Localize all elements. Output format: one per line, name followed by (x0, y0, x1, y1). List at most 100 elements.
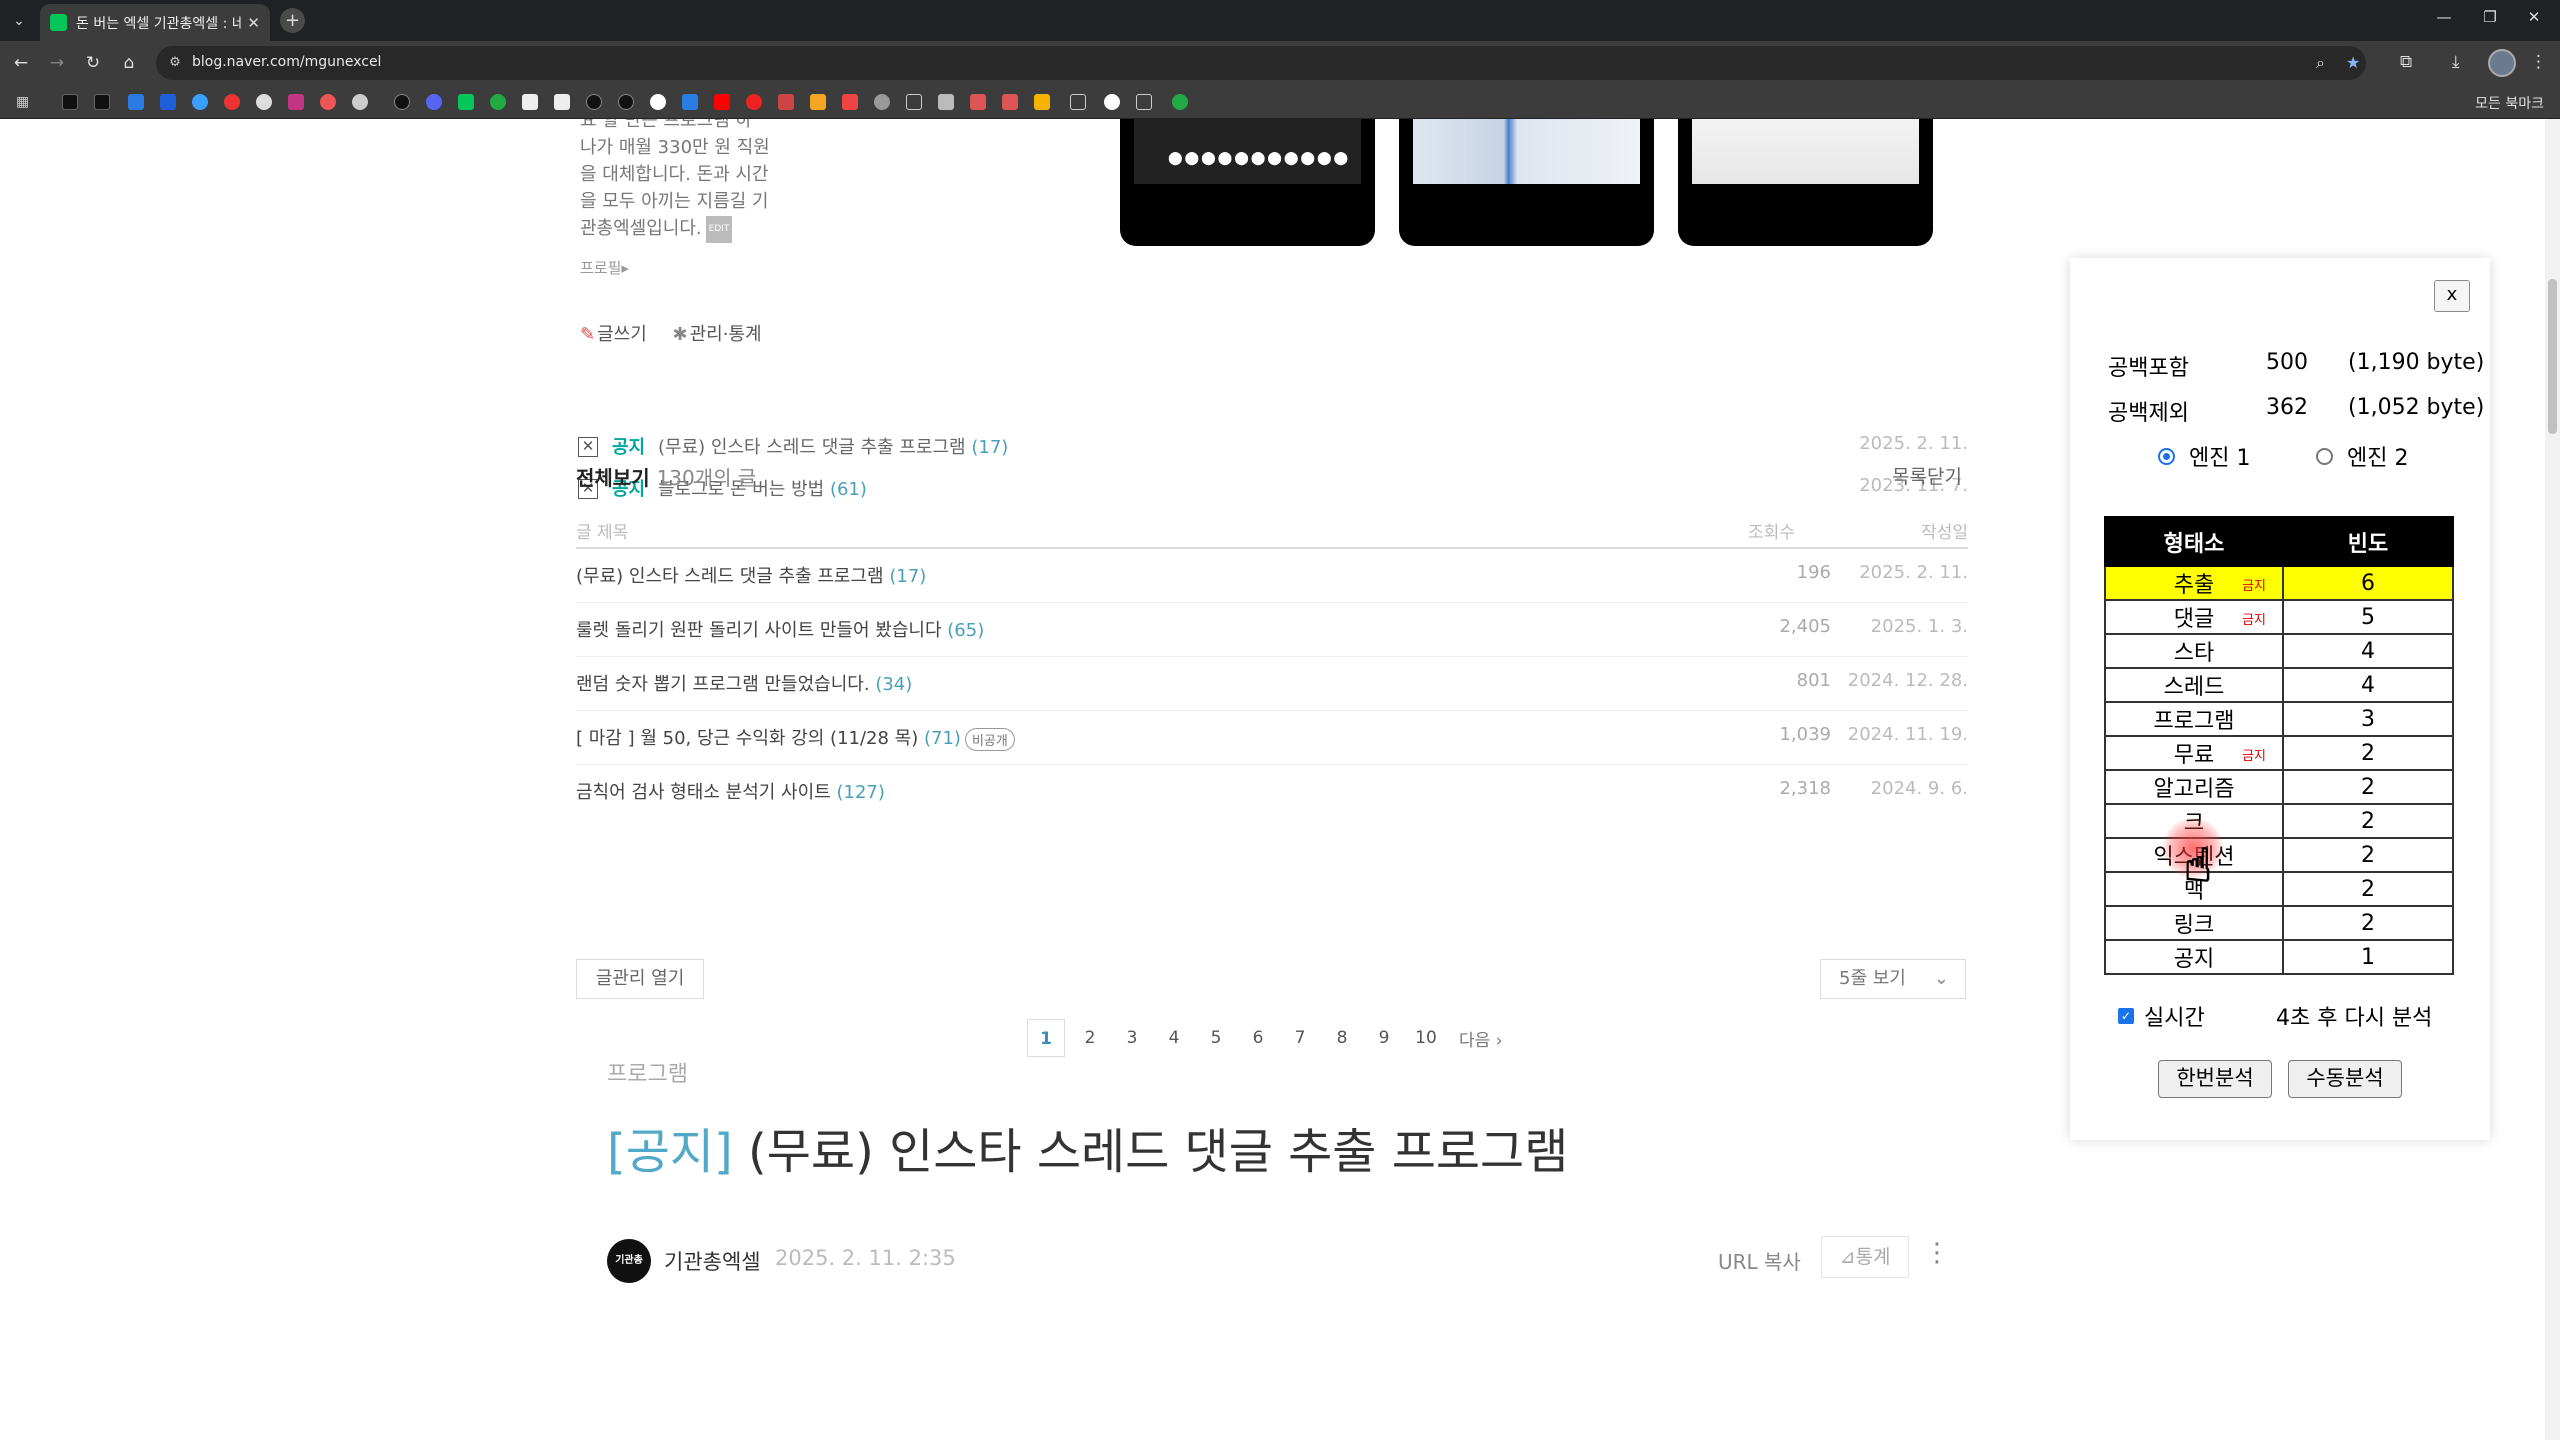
post-title[interactable]: 랜덤 숫자 뽑기 프로그램 만들었습니다. (34) (576, 670, 912, 696)
thumbnail-card[interactable] (1678, 119, 1933, 246)
bookmark-icon[interactable] (128, 94, 144, 110)
panel-close-button[interactable]: x (2434, 280, 2470, 312)
bookmark-icon[interactable] (1104, 94, 1120, 110)
bookmark-icon[interactable] (458, 94, 474, 110)
profile-avatar[interactable] (2488, 49, 2516, 77)
bookmark-icon[interactable] (874, 94, 890, 110)
bookmark-icon[interactable] (94, 94, 110, 110)
post-title[interactable]: 룰렛 돌리기 원판 돌리기 사이트 만들어 봤습니다 (65) (576, 616, 984, 642)
next-page-link[interactable]: 다음 › (1459, 1026, 1503, 1051)
analyze-once-button[interactable]: 한번분석 (2158, 1060, 2272, 1098)
author-name[interactable]: 기관총엑셀 (664, 1246, 761, 1276)
radio-unselected-icon[interactable] (2316, 447, 2333, 465)
page-2[interactable]: 2 (1069, 1019, 1111, 1057)
page-3[interactable]: 3 (1111, 1019, 1153, 1057)
bookmark-icon[interactable] (938, 94, 954, 110)
table-row[interactable]: 크2 (2104, 803, 2454, 839)
folder-icon[interactable] (1070, 94, 1086, 110)
bookmark-icon[interactable] (394, 94, 410, 110)
checkmark-icon[interactable]: ✓ (2118, 1008, 2134, 1024)
bookmark-icon[interactable] (650, 94, 666, 110)
table-row[interactable]: 추출 금지 6 (2104, 565, 2454, 601)
bookmark-star-icon[interactable]: ★ (2346, 53, 2360, 72)
rows-per-page-select[interactable]: 5줄 보기 ⌄ (1820, 959, 1966, 999)
manage-link[interactable]: ✱ 관리·통계 (673, 324, 772, 345)
bookmark-icon[interactable] (288, 94, 304, 110)
zoom-icon[interactable]: ⌕ (2316, 53, 2325, 73)
bookmark-icon[interactable] (352, 94, 368, 110)
bookmark-icon[interactable] (746, 94, 762, 110)
browser-tab[interactable]: 돈 버는 엑셀 기관총엑셀 : 네이 ✕ (40, 4, 270, 41)
forward-icon[interactable]: → (46, 52, 68, 74)
thumbnail-card[interactable]: ⬤⬤⬤⬤⬤⬤⬤⬤⬤⬤⬤ (1120, 119, 1375, 246)
restore-icon[interactable]: ❐ (2470, 8, 2510, 26)
bookmark-icon[interactable] (778, 94, 794, 110)
back-icon[interactable]: ← (10, 52, 32, 74)
reload-icon[interactable]: ↻ (82, 52, 104, 74)
bookmark-icon[interactable] (682, 94, 698, 110)
table-row[interactable]: 스타 4 (2104, 633, 2454, 669)
folder-icon[interactable] (906, 94, 922, 110)
author-avatar[interactable]: 기관총 (607, 1239, 651, 1283)
tab-close-icon[interactable]: ✕ (247, 14, 260, 32)
table-row[interactable]: 무료 금지 2 (2104, 735, 2454, 771)
profile-link[interactable]: 프로필▸ (580, 257, 629, 278)
extensions-icon[interactable]: ⧉ (2400, 52, 2412, 72)
all-bookmarks[interactable]: 모든 북마크 (2475, 93, 2544, 113)
more-options-icon[interactable]: ⋮ (1924, 1238, 1950, 1268)
bookmark-icon[interactable] (192, 94, 208, 110)
table-row[interactable]: 맥2 (2104, 871, 2454, 907)
post-row[interactable]: 룰렛 돌리기 원판 돌리기 사이트 만들어 봤습니다 (65) 2,405 20… (576, 603, 1968, 657)
post-title[interactable]: (무료) 인스타 스레드 댓글 추출 프로그램 (17) (576, 562, 926, 588)
bookmark-icon[interactable] (554, 94, 570, 110)
notice-title[interactable]: (무료) 인스타 스레드 댓글 추출 프로그램 (17) (658, 433, 1008, 459)
notice-row[interactable]: ✕ 공지 블로그로 돈 버는 방법 (61) 2023. 11. 7. (578, 475, 1968, 505)
edit-badge[interactable]: EDIT (705, 215, 733, 243)
scroll-thumb[interactable] (2548, 279, 2557, 434)
bookmark-icon[interactable] (426, 94, 442, 110)
post-row[interactable]: [ 마감 ] 월 50, 당근 수익화 강의 (11/28 목) (71) 비공개… (576, 711, 1968, 765)
engine-1-radio[interactable]: 엔진 1 (2158, 440, 2250, 472)
post-title[interactable]: 금칙어 검사 형태소 분석기 사이트 (127) (576, 778, 885, 804)
folder-icon[interactable] (1136, 94, 1152, 110)
bookmark-icon[interactable] (522, 94, 538, 110)
post-row[interactable]: 랜덤 숫자 뽑기 프로그램 만들었습니다. (34) 801 2024. 12.… (576, 657, 1968, 711)
menu-icon[interactable]: ⋮ (2530, 52, 2547, 72)
bookmark-icon[interactable] (62, 94, 78, 110)
page-4[interactable]: 4 (1153, 1019, 1195, 1057)
bookmark-icon[interactable] (714, 94, 730, 110)
page-1[interactable]: 1 (1027, 1019, 1065, 1057)
bookmark-icon[interactable] (842, 94, 858, 110)
write-link[interactable]: ✎ 글쓰기 (580, 324, 657, 345)
page-9[interactable]: 9 (1363, 1019, 1405, 1057)
thumbnail-card[interactable] (1399, 119, 1654, 246)
table-row[interactable]: 공지 1 (2104, 939, 2454, 975)
manage-posts-button[interactable]: 글관리 열기 (576, 959, 704, 999)
page-8[interactable]: 8 (1321, 1019, 1363, 1057)
table-row[interactable]: 링크 2 (2104, 905, 2454, 941)
page-scrollbar[interactable] (2545, 119, 2560, 1440)
radio-selected-icon[interactable] (2158, 447, 2175, 465)
bookmark-icon[interactable] (256, 94, 272, 110)
manual-analyze-button[interactable]: 수동분석 (2288, 1060, 2402, 1098)
page-10[interactable]: 10 (1405, 1019, 1447, 1057)
engine-2-radio[interactable]: 엔진 2 (2316, 440, 2408, 472)
stats-button[interactable]: ⊿통계 (1821, 1236, 1909, 1278)
bookmark-icon[interactable] (490, 94, 506, 110)
address-bar[interactable]: ⚙ blog.naver.com/mgunexcel ⌕ ★ (156, 46, 2366, 80)
tab-search-icon[interactable]: ⌄ (8, 10, 30, 32)
bookmark-icon[interactable] (618, 94, 634, 110)
table-row[interactable]: 프로그램 3 (2104, 701, 2454, 737)
table-row[interactable]: 익스텐션2 (2104, 837, 2454, 873)
bookmark-icon[interactable] (1172, 94, 1188, 110)
post-title[interactable]: [ 마감 ] 월 50, 당근 수익화 강의 (11/28 목) (71) 비공개 (576, 724, 1015, 751)
page-6[interactable]: 6 (1237, 1019, 1279, 1057)
page-7[interactable]: 7 (1279, 1019, 1321, 1057)
bookmark-icon[interactable] (160, 94, 176, 110)
download-icon[interactable]: ⤓ (2452, 52, 2460, 72)
bookmark-icon[interactable] (224, 94, 240, 110)
table-row[interactable]: 알고리즘 2 (2104, 769, 2454, 805)
table-row[interactable]: 댓글 금지 5 (2104, 599, 2454, 635)
bookmark-icon[interactable] (1034, 94, 1050, 110)
table-row[interactable]: 스레드 4 (2104, 667, 2454, 703)
